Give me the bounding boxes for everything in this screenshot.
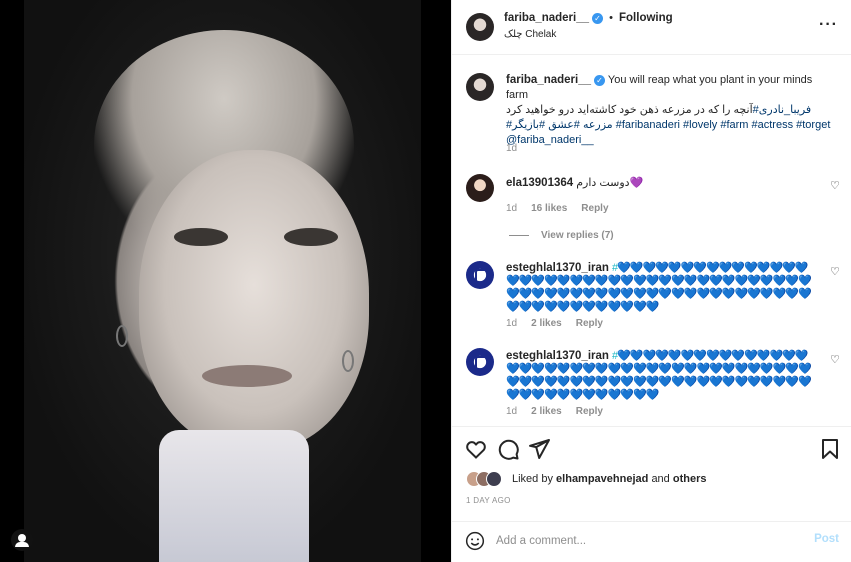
caption-text-fa: آنچه را که در مزرعه ذهن خود کاشته‌اید در…: [506, 104, 753, 116]
emoji-icon[interactable]: [465, 531, 485, 551]
comment-text: دوست دارم💜: [576, 177, 644, 189]
share-icon[interactable]: [527, 437, 551, 461]
add-comment-bar: Post: [452, 521, 851, 562]
more-icon[interactable]: ···: [819, 16, 838, 34]
caption: fariba_naderi__ ✓ You will reap what you …: [506, 73, 836, 148]
caption-username[interactable]: fariba_naderi__: [506, 74, 591, 86]
comment-input[interactable]: [496, 531, 796, 551]
caption-time[interactable]: 1d: [506, 143, 517, 154]
post-age[interactable]: 1 DAY AGO: [466, 496, 511, 505]
caption-hashtags[interactable]: #مزرعه #عشق #بازیگر #faribanaderi #lovel…: [506, 119, 830, 131]
post-actions: Liked by elhampavehnejad and others 1 DA…: [452, 426, 851, 521]
comment-username[interactable]: esteghlal1370_iran: [506, 350, 609, 362]
verified-icon: ✓: [592, 12, 604, 24]
view-replies-button[interactable]: View replies (7): [509, 230, 614, 241]
reply-button[interactable]: Reply: [576, 406, 603, 417]
post-header: fariba_naderi__ ✓ • Following چلک Chelak …: [452, 0, 851, 55]
caption-mention[interactable]: @fariba_naderi__: [506, 134, 594, 146]
comment-heart-icon[interactable]: ♡: [830, 355, 840, 366]
caption-hashtag[interactable]: #فریبا_نادری: [753, 104, 812, 116]
liked-by-avatars[interactable]: [466, 471, 510, 489]
comment-item: esteghlal1370_iran #💙💙💙💙💙💙💙💙💙💙💙💙💙💙💙💙💙💙💙💙…: [506, 350, 818, 402]
comment-username[interactable]: ela13901364: [506, 177, 573, 189]
post-media[interactable]: [0, 0, 451, 562]
comment-avatar[interactable]: [466, 261, 494, 289]
heart-icon[interactable]: [464, 437, 488, 461]
comments-list[interactable]: fariba_naderi__ ✓ You will reap what you …: [452, 56, 851, 426]
post-photo: [24, 0, 421, 562]
comment-time[interactable]: 1d: [506, 203, 517, 214]
comment-avatar[interactable]: [466, 348, 494, 376]
comment-heart-icon[interactable]: ♡: [830, 267, 840, 278]
comment-meta: 1d 2 likes Reply: [506, 318, 603, 329]
post-location[interactable]: چلک Chelak: [504, 29, 556, 40]
comment-time[interactable]: 1d: [506, 406, 517, 417]
liked-by-text[interactable]: Liked by elhampavehnejad and others: [512, 471, 706, 487]
reply-button[interactable]: Reply: [581, 203, 608, 214]
author-username[interactable]: fariba_naderi__: [504, 12, 589, 24]
comment-meta: 1d 2 likes Reply: [506, 406, 603, 417]
comment-meta: 1d 16 likes Reply: [506, 203, 609, 214]
separator-dot: •: [609, 12, 613, 24]
comment-likes[interactable]: 16 likes: [531, 203, 567, 214]
user-tag-icon[interactable]: [11, 529, 33, 551]
comment-time[interactable]: 1d: [506, 318, 517, 329]
comment-item: ela13901364 دوست دارم💜: [506, 176, 826, 189]
author-avatar[interactable]: [466, 13, 494, 41]
save-icon[interactable]: [818, 437, 842, 461]
comment-heart-icon[interactable]: ♡: [830, 181, 840, 192]
post-side-panel: fariba_naderi__ ✓ • Following چلک Chelak …: [451, 0, 851, 562]
following-button[interactable]: Following: [619, 12, 673, 24]
liked-by-others[interactable]: others: [673, 473, 707, 485]
comment-icon[interactable]: [496, 437, 520, 461]
comment-username[interactable]: esteghlal1370_iran: [506, 262, 609, 274]
comment-item: esteghlal1370_iran #💙💙💙💙💙💙💙💙💙💙💙💙💙💙💙💙💙💙💙💙…: [506, 262, 818, 314]
comment-likes[interactable]: 2 likes: [531, 406, 562, 417]
reply-button[interactable]: Reply: [576, 318, 603, 329]
comment-avatar[interactable]: [466, 174, 494, 202]
post-comment-button[interactable]: Post: [814, 533, 839, 545]
caption-avatar[interactable]: [466, 73, 494, 101]
liked-by-user[interactable]: elhampavehnejad: [556, 473, 648, 485]
comment-likes[interactable]: 2 likes: [531, 318, 562, 329]
verified-icon: ✓: [594, 74, 606, 86]
